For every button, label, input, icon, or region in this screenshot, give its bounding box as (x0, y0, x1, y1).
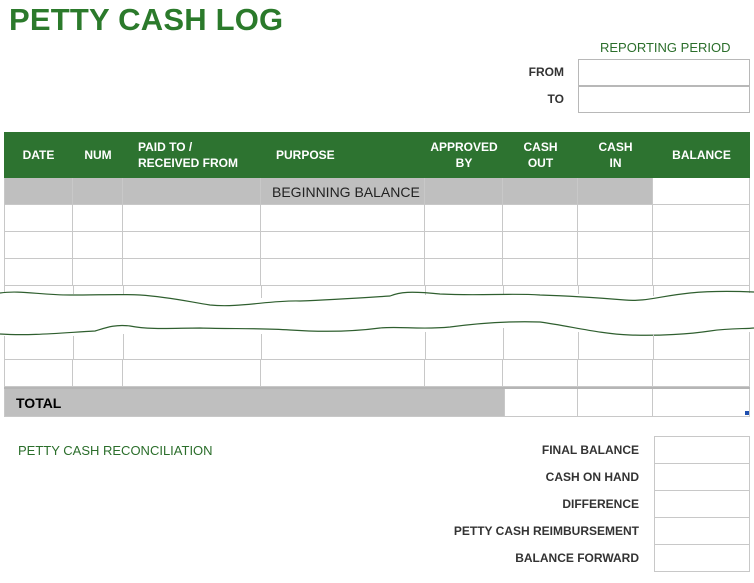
table-cell[interactable] (425, 178, 503, 205)
reimbursement-field[interactable] (654, 517, 750, 545)
table-resize-handle[interactable] (745, 411, 749, 415)
header-cash-out: CASH OUT (523, 140, 558, 170)
table-cell[interactable] (73, 360, 123, 387)
beginning-balance-label: BEGINNING BALANCE (272, 184, 420, 200)
grid-line (4, 336, 5, 360)
table-cell[interactable] (123, 178, 261, 205)
table-cell[interactable] (123, 232, 261, 259)
from-field[interactable] (578, 59, 750, 86)
table-cell[interactable] (123, 259, 261, 286)
table-cell[interactable] (123, 360, 261, 387)
total-row: TOTAL (4, 387, 750, 417)
table-cell[interactable] (261, 232, 425, 259)
header-num: NUM (84, 148, 112, 162)
final-balance-label: FINAL BALANCE (541, 443, 639, 457)
header-cash-in: CASH IN (598, 140, 633, 170)
table-cell[interactable] (4, 360, 73, 387)
grid-line (123, 334, 124, 360)
grid-line (653, 334, 654, 360)
header-purpose: PURPOSE (276, 148, 335, 162)
table-cell[interactable] (503, 205, 578, 232)
table-cell[interactable] (123, 205, 261, 232)
table-cell[interactable] (503, 360, 578, 387)
table-row (4, 259, 750, 286)
to-label: TO (547, 92, 564, 106)
table-cell[interactable] (425, 259, 503, 286)
table-cell[interactable] (4, 259, 73, 286)
table-cell[interactable] (261, 360, 425, 387)
header-approved-by: APPROVED BY (430, 140, 498, 170)
grid-line (425, 332, 426, 360)
table-cell[interactable] (4, 178, 73, 205)
cash-on-hand-label: CASH ON HAND (545, 470, 639, 484)
table-cell[interactable] (261, 205, 425, 232)
table-row (4, 359, 750, 387)
total-balance[interactable] (653, 389, 750, 417)
difference-label: DIFFERENCE (562, 497, 639, 511)
table-cell[interactable] (73, 205, 123, 232)
table-cell[interactable] (653, 360, 750, 387)
to-field[interactable] (578, 86, 750, 113)
table-cell[interactable] (578, 232, 653, 259)
table-cell[interactable] (425, 232, 503, 259)
beginning-balance-value[interactable] (653, 178, 750, 205)
table-cell[interactable] (503, 232, 578, 259)
table-cell[interactable] (653, 205, 750, 232)
grid-line (73, 336, 74, 360)
header-paid-to: PAID TO / RECEIVED FROM (138, 140, 239, 170)
table-row (4, 205, 750, 232)
torn-edge-divider (0, 290, 754, 336)
table-cell[interactable] (653, 259, 750, 286)
cash-on-hand-field[interactable] (654, 463, 750, 491)
table-cell[interactable] (653, 232, 750, 259)
table-row (4, 232, 750, 259)
table-cell[interactable] (503, 259, 578, 286)
reimbursement-label: PETTY CASH REIMBURSEMENT (453, 524, 639, 538)
table-cell[interactable] (578, 360, 653, 387)
table-header: DATE NUM PAID TO / RECEIVED FROM PURPOSE … (4, 132, 750, 178)
table-cell[interactable] (261, 259, 425, 286)
grid-line (749, 332, 750, 360)
header-balance: BALANCE (672, 148, 731, 162)
table-cell[interactable] (73, 232, 123, 259)
from-label: FROM (528, 65, 564, 79)
table-cell[interactable] (73, 178, 123, 205)
table-cell[interactable] (4, 205, 73, 232)
grid-line (261, 334, 262, 360)
difference-field[interactable] (654, 490, 750, 518)
table-cell[interactable] (578, 178, 653, 205)
grid-line (578, 332, 579, 360)
final-balance-field[interactable] (654, 436, 750, 464)
total-cash-in[interactable] (578, 389, 653, 417)
table-cell[interactable] (425, 205, 503, 232)
reconciliation-title: PETTY CASH RECONCILIATION (18, 443, 213, 458)
balance-forward-label: BALANCE FORWARD (515, 551, 639, 565)
total-cash-out[interactable] (504, 389, 578, 417)
table-cell[interactable] (73, 259, 123, 286)
page-title: PETTY CASH LOG (9, 2, 284, 37)
balance-forward-field[interactable] (654, 544, 750, 572)
table-cell[interactable] (578, 205, 653, 232)
total-label: TOTAL (16, 395, 62, 411)
total-label-cell: TOTAL (4, 389, 504, 417)
reporting-period-label: REPORTING PERIOD (600, 40, 731, 55)
grid-line (503, 328, 504, 360)
table-cell[interactable] (425, 360, 503, 387)
table-cell[interactable] (503, 178, 578, 205)
table-cell[interactable] (578, 259, 653, 286)
header-date: DATE (22, 148, 55, 162)
table-cell[interactable] (4, 232, 73, 259)
